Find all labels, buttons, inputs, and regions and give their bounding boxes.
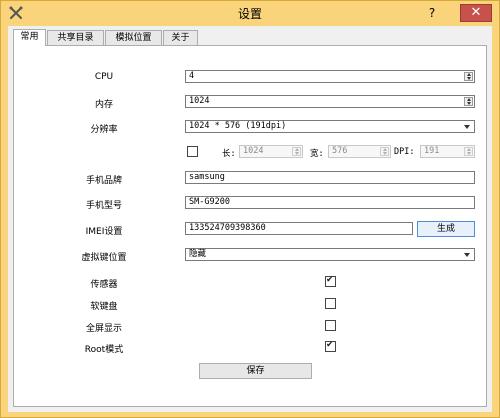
fullscreen-label: 全屏显示 (85, 324, 122, 334)
settings-window: 设置 ? ✕ 常用 共享目录 模拟位置 关于 CPU 4 内存 1024 分辨率 (0, 0, 500, 418)
custom-resolution-checkbox[interactable] (187, 146, 198, 157)
title-bar: 设置 ? ✕ (1, 1, 499, 26)
cpu-value: 4 (189, 71, 195, 81)
fullscreen-checkbox[interactable] (325, 320, 336, 331)
chevron-down-icon[interactable] (464, 125, 470, 129)
memory-value: 1024 (189, 96, 210, 106)
virtual-keys-combo[interactable]: 隐藏 (185, 248, 475, 261)
general-settings-panel: CPU 4 内存 1024 分辨率 1024 * 576 (191dpi) 长:… (13, 45, 487, 407)
width-spin-icon[interactable] (380, 147, 389, 156)
resolution-label: 分辨率 (90, 125, 118, 135)
generate-imei-button[interactable]: 生成 (417, 221, 475, 237)
length-value: 1024 (243, 146, 264, 156)
memory-spinbox[interactable]: 1024 (185, 95, 475, 108)
virtual-keys-value: 隐藏 (189, 249, 207, 259)
dialog-body: 常用 共享目录 模拟位置 关于 CPU 4 内存 1024 分辨率 1024 *… (8, 26, 492, 412)
virtual-keys-label: 虚拟键位置 (81, 253, 127, 263)
soft-keyboard-checkbox[interactable] (325, 298, 336, 309)
sensor-label: 传感器 (90, 280, 118, 290)
dpi-spin-icon[interactable] (464, 147, 473, 156)
memory-label: 内存 (94, 100, 113, 110)
width-value: 576 (332, 146, 348, 156)
width-spinbox[interactable]: 576 (328, 145, 391, 158)
help-button[interactable]: ? (423, 5, 441, 21)
length-spinbox[interactable]: 1024 (239, 145, 303, 158)
cpu-label: CPU (94, 72, 114, 82)
tab-simulated-location[interactable]: 模拟位置 (105, 30, 162, 46)
soft-keyboard-label: 软键盘 (90, 302, 118, 312)
imei-input[interactable]: 133524709398360 (185, 222, 413, 235)
model-label: 手机型号 (85, 201, 122, 211)
chevron-down-icon[interactable] (464, 253, 470, 257)
root-mode-label: Root模式 (84, 345, 124, 355)
cpu-spin-icon[interactable] (464, 72, 473, 81)
tab-about[interactable]: 关于 (163, 30, 198, 46)
resolution-combo[interactable]: 1024 * 576 (191dpi) (185, 120, 475, 133)
close-button[interactable]: ✕ (460, 4, 492, 22)
dpi-label: DPI: (394, 147, 415, 157)
model-input[interactable]: SM-G9200 (185, 196, 475, 209)
tab-general[interactable]: 常用 (13, 29, 46, 46)
sensor-checkbox[interactable] (325, 275, 336, 287)
length-label: 长: (222, 149, 236, 159)
imei-label: IMEI设置 (85, 227, 123, 237)
save-button[interactable]: 保存 (199, 363, 312, 379)
resolution-value: 1024 * 576 (191dpi) (189, 121, 287, 131)
length-spin-icon[interactable] (292, 147, 301, 156)
memory-spin-icon[interactable] (464, 97, 473, 106)
cpu-spinbox[interactable]: 4 (185, 70, 475, 83)
dpi-spinbox[interactable]: 191 (420, 145, 475, 158)
brand-label: 手机品牌 (85, 176, 122, 186)
tab-shared-folder[interactable]: 共享目录 (47, 30, 104, 46)
dpi-value: 191 (424, 146, 440, 156)
root-mode-checkbox[interactable] (325, 340, 336, 352)
width-label: 宽: (310, 149, 324, 159)
brand-input[interactable]: samsung (185, 171, 475, 184)
